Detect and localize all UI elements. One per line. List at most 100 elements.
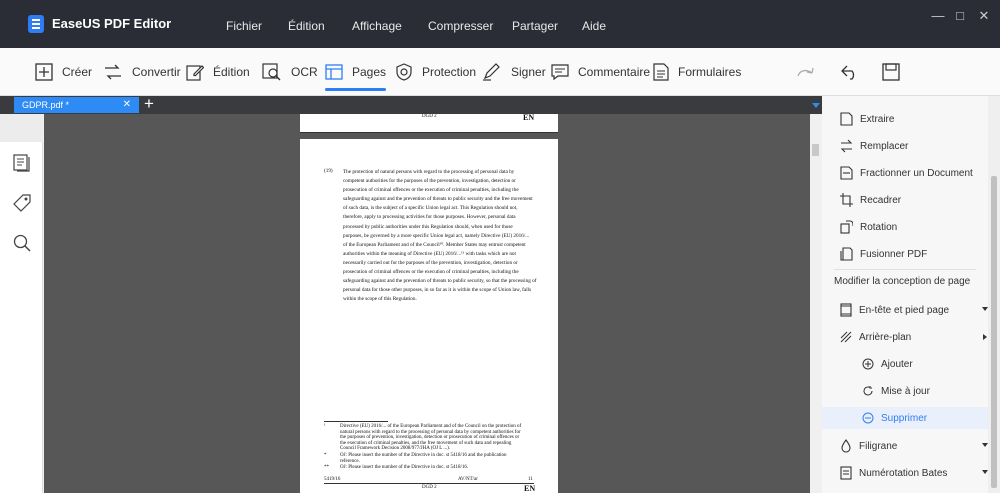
tab-dropdown-icon[interactable] xyxy=(812,103,820,108)
redo-icon xyxy=(797,67,814,77)
footnote-text: OJ: Please insert the number of the Dire… xyxy=(340,453,507,464)
ocr-icon xyxy=(262,63,281,81)
arriere-plan-item[interactable]: Arrière-plan xyxy=(840,331,988,343)
crop-icon xyxy=(840,193,853,207)
menu-affichage[interactable]: Affichage xyxy=(352,19,402,33)
redo-button[interactable] xyxy=(796,48,825,96)
save-icon xyxy=(882,63,900,81)
background-icon xyxy=(840,331,852,343)
panel-scrollbar[interactable] xyxy=(988,96,1000,493)
remove-circle-icon xyxy=(862,412,874,424)
menu-aide[interactable]: Aide xyxy=(582,19,606,33)
ocr-button[interactable]: OCR xyxy=(262,48,318,96)
fusionner-item[interactable]: Fusionner PDF xyxy=(840,247,927,261)
edition-label: Édition xyxy=(213,65,250,79)
protection-button[interactable]: Protection xyxy=(395,48,476,96)
refresh-icon xyxy=(863,386,873,396)
main-toolbar: Créer Convertir Édition OCR Pages Protec… xyxy=(0,48,1000,96)
menu-edition[interactable]: Édition xyxy=(288,19,325,33)
footer-rule xyxy=(324,483,534,484)
comment-icon xyxy=(551,64,569,81)
pages-icon xyxy=(325,64,343,80)
save-button[interactable] xyxy=(882,48,909,96)
menu-partager[interactable]: Partager xyxy=(512,19,558,33)
bates-item[interactable]: Numérotation Bates xyxy=(840,466,988,480)
formulaires-label: Formulaires xyxy=(678,65,742,79)
fractionner-item[interactable]: Fractionner un Document xyxy=(840,166,973,180)
footnote-rule xyxy=(324,421,388,422)
section-title: Modifier la conception de page xyxy=(834,276,971,287)
recadrer-item[interactable]: Recadrer xyxy=(840,193,901,207)
close-window-button[interactable]: ✕ xyxy=(974,8,994,24)
rotation-item[interactable]: Rotation xyxy=(840,220,897,234)
page-code: DGD 2 xyxy=(422,114,437,119)
pdf-page: (19) The protection of natural persons w… xyxy=(300,139,558,493)
formulaires-button[interactable]: Formulaires xyxy=(653,48,741,96)
header-footer-icon xyxy=(840,303,852,317)
extraire-item[interactable]: Extraire xyxy=(840,112,894,126)
edit-icon xyxy=(186,65,204,81)
panel-scroll-thumb[interactable] xyxy=(991,176,997,488)
search-icon[interactable] xyxy=(13,234,31,257)
pages-button[interactable]: Pages xyxy=(325,48,387,96)
thumbnails-icon[interactable] xyxy=(13,154,31,177)
footnote-marker: ¹ xyxy=(324,424,326,429)
footer-lang: EN xyxy=(524,484,536,493)
footer-ref: 5419/16 xyxy=(324,477,341,482)
close-icon[interactable]: ✕ xyxy=(123,99,131,110)
app-logo-icon xyxy=(28,15,44,33)
footer-code: DGD 2 xyxy=(422,485,437,490)
add-tab-icon[interactable]: + xyxy=(144,94,154,114)
bates-number-icon xyxy=(840,466,852,480)
pen-icon xyxy=(483,63,500,81)
commentaire-button[interactable]: Commentaire xyxy=(551,48,650,96)
filigrane-item[interactable]: Filigrane xyxy=(840,439,988,453)
title-bar: EaseUS PDF Editor Fichier Édition Affich… xyxy=(0,0,1000,48)
menu-compresser[interactable]: Compresser xyxy=(428,19,493,33)
maximize-button[interactable]: □ xyxy=(950,8,970,24)
document-canvas[interactable]: DGD 2 EN (19) The protection of natural … xyxy=(44,114,810,493)
undo-button[interactable] xyxy=(840,48,869,96)
footnote-marker: * xyxy=(324,453,327,458)
creer-label: Créer xyxy=(62,65,93,79)
shield-icon xyxy=(396,63,412,81)
left-sidebar xyxy=(0,114,43,493)
pages-label: Pages xyxy=(352,65,387,79)
edition-button[interactable]: Édition xyxy=(186,48,250,96)
document-tab-bar: GDPR.pdf * ✕ + xyxy=(0,94,822,114)
entete-item[interactable]: En-tête et pied page xyxy=(840,303,988,317)
footer-page-number: 11 xyxy=(528,477,533,482)
tab-label: GDPR.pdf * xyxy=(22,100,70,110)
paragraph-number: (19) xyxy=(324,168,333,174)
canvas-scroll-thumb[interactable] xyxy=(812,144,819,156)
form-icon xyxy=(653,63,669,81)
app-title: EaseUS PDF Editor xyxy=(52,16,172,31)
split-icon xyxy=(840,166,853,180)
ajouter-item[interactable]: Ajouter xyxy=(862,358,913,370)
footnote-marker: ** xyxy=(324,465,329,470)
rotate-icon xyxy=(840,220,853,234)
replace-icon xyxy=(840,139,853,153)
supprimer-item[interactable]: Supprimer xyxy=(862,412,927,424)
minimize-button[interactable]: — xyxy=(928,8,948,24)
footnote-text: OJ: Please insert the number of the Dire… xyxy=(340,465,469,470)
protection-label: Protection xyxy=(422,65,477,79)
pdf-page: DGD 2 EN xyxy=(300,114,558,133)
ocr-label: OCR xyxy=(291,65,318,79)
footnote-text: Directive (EU) 2016/... of the European … xyxy=(340,424,522,452)
merge-icon xyxy=(840,247,853,261)
plus-square-icon xyxy=(35,63,53,81)
bookmark-tag-icon[interactable] xyxy=(13,194,31,217)
signer-label: Signer xyxy=(511,65,546,79)
watermark-drop-icon xyxy=(841,439,851,453)
signer-button[interactable]: Signer xyxy=(482,48,546,96)
convertir-label: Convertir xyxy=(132,65,181,79)
menu-fichier[interactable]: Fichier xyxy=(226,19,262,33)
mise-a-jour-item[interactable]: Mise à jour xyxy=(862,385,930,397)
remplacer-item[interactable]: Remplacer xyxy=(840,139,908,153)
canvas-scrollbar[interactable] xyxy=(810,114,822,493)
convertir-button[interactable]: Convertir xyxy=(103,48,181,96)
creer-button[interactable]: Créer xyxy=(35,48,92,96)
pages-panel: Extraire Remplacer Fractionner un Docume… xyxy=(822,96,988,493)
tab-gdpr[interactable]: GDPR.pdf * ✕ xyxy=(14,97,139,113)
